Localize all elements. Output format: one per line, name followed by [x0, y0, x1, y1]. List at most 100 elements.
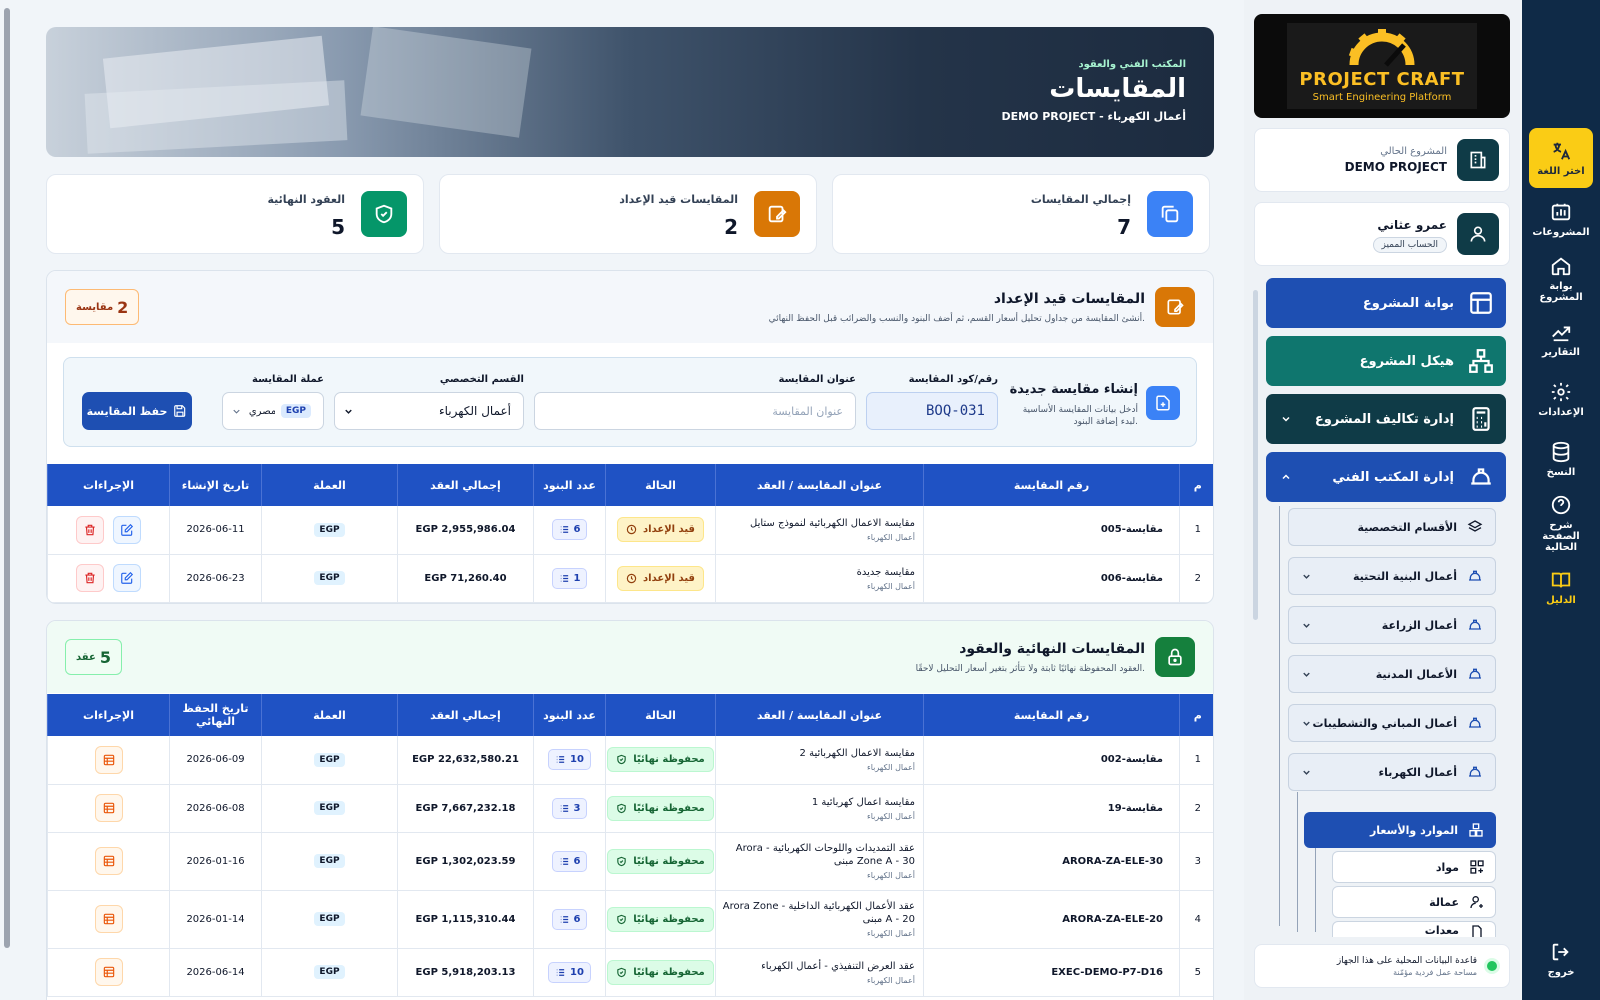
hardhat-icon	[1469, 619, 1481, 630]
shield-icon	[361, 191, 407, 237]
view-contract-button[interactable]	[94, 847, 123, 875]
nav-project-portal[interactable]: بوابة المشروع	[1266, 278, 1506, 328]
book-icon	[1551, 572, 1571, 588]
col-header: عدد البنود	[533, 694, 606, 736]
items-count-badge: 6	[551, 519, 588, 541]
nav-agri[interactable]: أعمال الزراعة	[1288, 606, 1496, 644]
building-icon	[1457, 139, 1499, 181]
nav-materials[interactable]: مواد	[1332, 851, 1496, 883]
sidebar: PROJECT CRAFT Smart Engineering Platform…	[1244, 0, 1520, 1000]
currency-select[interactable]: جنيه مصري EGP	[222, 392, 324, 430]
sidebar-scrollbar[interactable]	[1253, 290, 1258, 620]
edit-button[interactable]	[113, 515, 142, 544]
page-title: المقايسات	[1049, 74, 1186, 104]
table-row[interactable]: 2 مقايسة-006 مقايسة جديدة أعمال الكهرباء …	[47, 554, 1213, 603]
language-icon	[1553, 142, 1571, 160]
col-header: عدد البنود	[533, 464, 606, 506]
table-row[interactable]: 4 ARORA-ZA-ELE-20 عقد الأعمال الكهربائية ا…	[47, 890, 1213, 949]
view-contract-button[interactable]	[94, 958, 123, 986]
actions-cell	[47, 948, 170, 997]
nav-tech-office[interactable]: إدارة المكتب الفني	[1266, 452, 1506, 502]
actions-cell	[47, 554, 170, 603]
table-icon	[103, 966, 114, 978]
shield-check-icon	[617, 856, 626, 866]
logout-icon	[1552, 943, 1569, 960]
db-status-subtitle: مساحة عمل فردية مؤمّنة	[1393, 967, 1477, 977]
col-header: عنوان المقايسة / العقد	[715, 464, 924, 506]
nav-infra[interactable]: أعمال البنية التحتية	[1288, 557, 1496, 595]
nav-project-costs[interactable]: إدارة تكاليف المشروع	[1266, 394, 1506, 444]
page-hero-banner: المكتب الفني والعقود المقايسات DEMO PROJ…	[46, 27, 1214, 157]
table-row[interactable]: 3 ARORA-ZA-ELE-30 عقد التمديدات واللوحات ا…	[47, 832, 1213, 891]
status-badge: محفوظة نهائيًا	[607, 959, 714, 985]
table-header-row: م رقم المقايسة عنوان المقايسة / العقد ال…	[47, 694, 1213, 736]
boq-title-cell: عقد العرض التنفيذي - أعمال الكهرباء أعمال…	[715, 948, 924, 997]
nav-buildings[interactable]: أعمال المباني والتشطيبات	[1288, 704, 1496, 742]
rail-backup[interactable]: النسخ	[1529, 430, 1593, 488]
status-badge: محفوظة نهائيًا	[607, 795, 714, 821]
drafts-header: المقايسات قيد الإعداد أنشئ المقايسة من ج…	[47, 271, 1213, 343]
table-row[interactable]: 2 مقايسة-19 مقايسة اعمال كهربائية 1 أعمال ا…	[47, 784, 1213, 833]
view-contract-button[interactable]	[94, 905, 123, 933]
nav-project-structure[interactable]: هيكل المشروع	[1266, 336, 1506, 386]
division-select[interactable]: أعمال الكهرباء	[334, 392, 524, 430]
table-row[interactable]: 5 EXEC-DEMO-P7-D16 عقد العرض التنفيذي - أع…	[47, 948, 1213, 997]
col-header: الإجراءات	[47, 464, 170, 506]
nav-labor[interactable]: عمالة	[1332, 886, 1496, 918]
rail-reports[interactable]: التقارير	[1529, 310, 1593, 368]
boq-code-input[interactable]: BOQ-031	[866, 392, 998, 430]
table-row[interactable]: 1 مقايسة-005 مقايسة الاعمال الكهربائية ل…	[47, 506, 1213, 555]
language-button[interactable]: اختر اللغة	[1529, 128, 1593, 188]
status-cell: قيد الإعداد	[605, 554, 716, 603]
table-row[interactable]: 1 مقايسة-002 مقايسة الاعمال الكهربائية 2 أع…	[47, 736, 1213, 785]
home-icon	[1551, 257, 1571, 276]
col-header: الإجراءات	[47, 694, 170, 736]
rail-guide[interactable]: الدليل	[1529, 558, 1593, 616]
status-cell: محفوظة نهائيًا	[605, 736, 716, 785]
save-boq-button[interactable]: حفظ المقايسة	[82, 392, 192, 430]
status-badge: محفوظة نهائيًا	[607, 906, 714, 932]
table-icon	[103, 855, 114, 867]
col-header: تاريخ الحفظ النهائي	[169, 694, 262, 736]
currency-cell: EGP	[261, 784, 398, 833]
edit-button[interactable]	[113, 564, 142, 592]
table-icon	[103, 913, 114, 925]
account-badge: الحساب المميز	[1372, 237, 1447, 253]
trash-icon	[85, 524, 95, 535]
nav-resources-prices[interactable]: الموارد والأسعار	[1304, 812, 1496, 848]
list-icon	[560, 804, 568, 812]
current-project-card[interactable]: المشروع الحالي DEMO PROJECT	[1254, 128, 1510, 192]
delete-button[interactable]	[75, 564, 104, 592]
user-card[interactable]: عمرو عثاني الحساب المميز	[1254, 202, 1510, 266]
clock-icon	[626, 573, 637, 583]
icon-rail: اختر اللغة المشروعات بوابة المشروع التقا…	[1522, 0, 1600, 1000]
nav-equipment[interactable]: معدات	[1332, 921, 1496, 937]
edit-icon	[121, 571, 134, 584]
actions-cell	[47, 890, 170, 949]
nav-divisions[interactable]: الأقسام التخصصية	[1288, 508, 1496, 546]
clock-icon	[626, 525, 637, 535]
boq-code: EXEC-DEMO-P7-D16	[923, 948, 1180, 997]
rail-page-help[interactable]: شرح الصفحة الحالية	[1529, 490, 1593, 556]
logout-button[interactable]: خروج	[1529, 930, 1593, 988]
boq-title-cell: مقايسة الاعمال الكهربائية لنموذج ستايل أع…	[715, 506, 924, 555]
nav-civil[interactable]: الأعمال المدنية	[1288, 655, 1496, 693]
shield-check-icon	[617, 914, 626, 924]
local-db-status: قاعدة البيانات المحلية على هذا الجهاز مس…	[1254, 944, 1510, 988]
rail-settings[interactable]: الإعدادات	[1529, 370, 1593, 428]
view-contract-button[interactable]	[94, 794, 123, 822]
delete-button[interactable]	[75, 515, 104, 544]
rail-projects[interactable]: المشروعات	[1529, 190, 1593, 248]
page-scrollbar[interactable]	[4, 8, 10, 948]
boq-title-input[interactable]: عنوان المقايسة	[534, 392, 856, 430]
chevron-down-icon	[1303, 672, 1310, 677]
nav-electrical[interactable]: أعمال الكهرباء	[1288, 753, 1496, 791]
logo-gear-icon	[1348, 29, 1415, 67]
view-contract-button[interactable]	[94, 745, 123, 774]
stat-label: المقايسات قيد الإعداد	[619, 193, 738, 206]
projects-icon	[1551, 203, 1571, 220]
boq-title-cell: عقد الأعمال الكهربائية الداخلية - Arora …	[715, 890, 924, 949]
database-icon	[1552, 441, 1570, 462]
rail-project-portal[interactable]: بوابة المشروع	[1529, 250, 1593, 308]
grid-plus-icon	[1470, 860, 1484, 874]
